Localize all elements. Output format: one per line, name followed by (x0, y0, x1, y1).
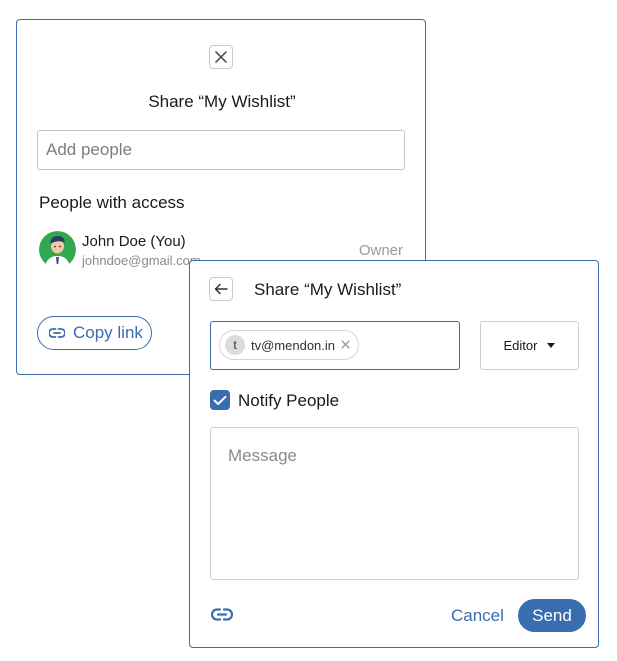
add-people-input[interactable] (37, 130, 405, 170)
copy-link-icon-button[interactable] (210, 605, 234, 623)
invite-dialog: Share “My Wishlist” t tv@mendon.in Edito… (189, 260, 599, 648)
check-icon (213, 395, 227, 405)
caret-down-icon (547, 343, 556, 348)
role-select[interactable]: Editor (480, 321, 579, 370)
send-button[interactable]: Send (518, 599, 586, 632)
avatar (39, 231, 76, 268)
role-value: Editor (503, 338, 538, 353)
close-icon (341, 340, 350, 349)
person-email: johndoe@gmail.com (82, 253, 201, 268)
copy-link-button[interactable]: Copy link (37, 316, 152, 350)
dialog-title: Share “My Wishlist” (148, 92, 296, 111)
notify-label: Notify People (238, 391, 340, 410)
chip-email: tv@mendon.in (251, 337, 336, 353)
notify-checkbox[interactable] (210, 390, 230, 410)
cancel-button[interactable]: Cancel (451, 606, 504, 626)
close-button[interactable] (209, 45, 233, 69)
message-field[interactable] (210, 427, 579, 580)
person-name: John Doe (You) (82, 233, 186, 250)
link-icon (49, 328, 65, 338)
person-role: Owner (358, 242, 403, 259)
recipient-chip: t tv@mendon.in (219, 330, 360, 360)
copy-link-label: Copy link (73, 323, 143, 342)
recipients-input[interactable]: t tv@mendon.in (210, 321, 460, 370)
access-heading: People with access (39, 193, 185, 212)
arrow-left-icon (214, 283, 228, 295)
link-icon (211, 607, 233, 621)
chip-remove-button[interactable] (341, 338, 350, 352)
close-icon (215, 51, 227, 63)
back-button[interactable] (209, 277, 233, 301)
dialog-title: Share “My Wishlist” (254, 280, 402, 299)
chip-avatar: t (225, 335, 245, 355)
